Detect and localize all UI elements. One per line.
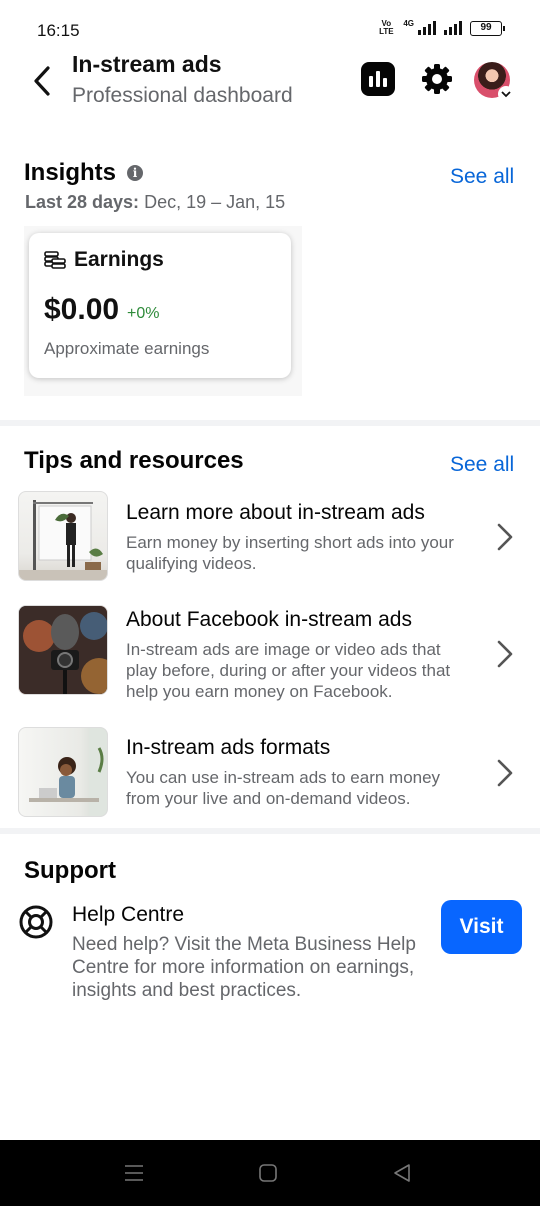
tip-description: In-stream ads are image or video ads tha… [126,640,451,701]
page-subtitle: Professional dashboard [72,84,293,107]
tip-description: You can use in-stream ads to earn money … [126,768,441,808]
profile-switcher-button[interactable] [474,62,514,102]
coins-stack-icon [44,251,66,269]
bar-chart-icon [369,71,387,87]
signal-strength-icon-2 [444,21,462,35]
earnings-value: $0.00 [44,293,120,326]
insights-title: Insights [24,159,117,186]
insights-date-range: Last 28 days: Dec, 19 – Jan, 15 [25,192,285,213]
chevron-right-icon [497,759,513,787]
tip-thumbnail-studio [18,491,108,581]
tip-thumbnail-camera [18,605,108,695]
tips-see-all-link[interactable]: See all [450,453,514,477]
section-divider [0,420,540,426]
chevron-down-icon [498,86,514,102]
support-title: Support [24,857,116,884]
tip-title: About Facebook in-stream ads [126,608,412,631]
info-icon[interactable]: i [127,165,143,181]
tip-description: Earn money by inserting short ads into y… [126,533,454,573]
network-type-label: 4G [403,18,414,28]
earnings-card-header: Earnings [44,248,164,272]
chevron-right-icon [497,640,513,668]
tips-title: Tips and resources [24,447,244,474]
section-divider [0,828,540,834]
date-range-label: Last 28 days: [25,192,140,212]
chevron-right-icon [497,523,513,551]
earnings-change: +0% [127,305,160,322]
battery-icon: 99 [470,20,505,36]
help-centre-title: Help Centre [72,903,185,926]
back-button[interactable] [28,64,58,98]
settings-button[interactable] [420,62,454,96]
earnings-label: Earnings [74,248,164,271]
tip-item-learn-more[interactable]: Learn more about in-stream ads Earn mone… [0,491,540,583]
status-bar: 16:15 Vo LTE 4G 99 [0,0,540,50]
tip-item-ad-formats[interactable]: In-stream ads formats You can use in-str… [0,727,540,819]
menu-icon [125,1165,143,1181]
nav-menu-button[interactable] [120,1160,148,1186]
date-range-value: Dec, 19 – Jan, 15 [144,192,286,212]
gear-icon [422,64,452,94]
system-navigation-bar [0,1140,540,1206]
nav-back-button[interactable] [388,1160,416,1186]
page-title: In-stream ads [72,51,222,77]
tip-title: Learn more about in-stream ads [126,501,425,524]
visit-help-centre-button[interactable]: Visit [441,900,522,954]
insights-see-all-link[interactable]: See all [450,165,514,189]
back-triangle-icon [394,1164,410,1182]
tip-thumbnail-desk [18,727,108,817]
earnings-card[interactable]: Earnings $0.00 +0% Approximate earnings [29,233,291,378]
tip-title: In-stream ads formats [126,736,331,759]
nav-home-button[interactable] [254,1160,282,1186]
status-icons: Vo LTE 4G 99 [377,18,505,36]
status-time: 16:15 [37,21,80,40]
home-square-icon [259,1164,277,1182]
lifebuoy-icon [19,905,53,939]
earnings-description: Approximate earnings [44,339,210,358]
signal-strength-icon [418,21,436,35]
chevron-left-icon [34,66,50,96]
volte-icon: Vo LTE [379,19,394,36]
app-header: In-stream ads Professional dashboard [0,48,540,118]
help-centre-description: Need help? Visit the Meta Business Help … [72,934,416,1001]
tip-item-about-ads[interactable]: About Facebook in-stream ads In-stream a… [0,605,540,701]
insights-button[interactable] [361,62,395,96]
